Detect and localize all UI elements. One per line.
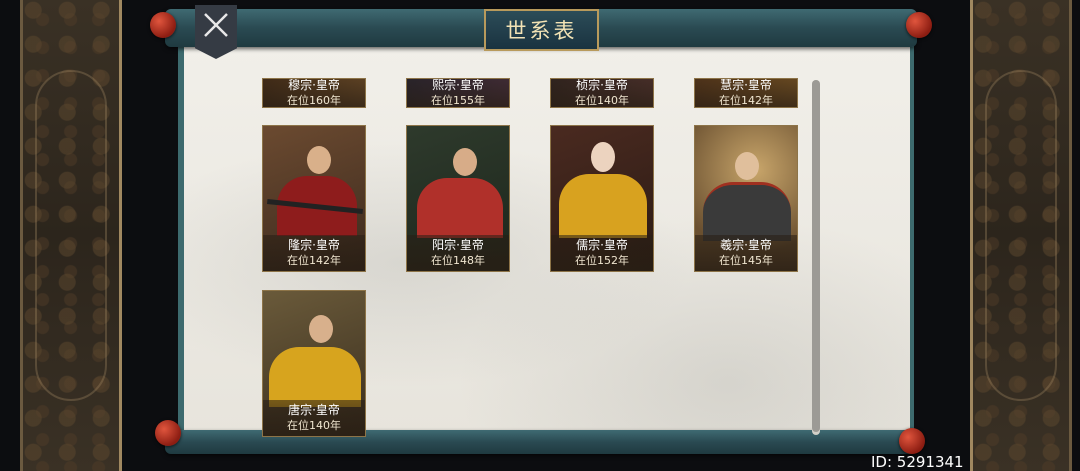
emperor-card[interactable]: 慧宗·皇帝 在位142年: [694, 78, 798, 108]
scroll-knob: [150, 12, 176, 38]
emperor-name: 熙宗·皇帝: [432, 78, 484, 92]
page-title: 世系表: [484, 9, 599, 51]
emperor-label: 唐宗·皇帝 在位140年: [263, 400, 365, 436]
scroll-knob: [906, 12, 932, 38]
emperor-label: 慧宗·皇帝 在位142年: [695, 78, 797, 107]
emperor-name: 唐宗·皇帝: [288, 403, 340, 417]
close-button[interactable]: [195, 5, 237, 59]
scroll-knob: [155, 420, 181, 446]
emperor-card[interactable]: 羲宗·皇帝 在位145年: [694, 125, 798, 272]
emperor-name: 隆宗·皇帝: [288, 238, 340, 252]
emperor-name: 桢宗·皇帝: [576, 78, 628, 92]
emperor-label: 桢宗·皇帝 在位140年: [551, 78, 653, 107]
emperor-card[interactable]: 阳宗·皇帝 在位148年: [406, 125, 510, 272]
emperor-label: 穆宗·皇帝 在位160年: [263, 78, 365, 107]
scroll-knob: [899, 428, 925, 454]
emperor-reign: 在位142年: [287, 254, 341, 267]
emperor-name: 慧宗·皇帝: [720, 78, 772, 92]
emperor-card[interactable]: 隆宗·皇帝 在位142年: [262, 125, 366, 272]
emperor-label: 儒宗·皇帝 在位152年: [551, 235, 653, 271]
player-id: ID: 5291341: [871, 453, 964, 471]
emperor-name: 儒宗·皇帝: [576, 238, 628, 252]
emperor-card[interactable]: 桢宗·皇帝 在位140年: [550, 78, 654, 108]
list-scrollbar[interactable]: [812, 80, 820, 435]
emperor-reign: 在位140年: [575, 94, 629, 107]
emperor-card[interactable]: 唐宗·皇帝 在位140年: [262, 290, 366, 437]
emperor-name: 阳宗·皇帝: [432, 238, 484, 252]
emperor-name: 穆宗·皇帝: [288, 78, 340, 92]
emperor-label: 隆宗·皇帝 在位142年: [263, 235, 365, 271]
left-ornament-panel: [20, 0, 122, 471]
emperor-reign: 在位152年: [575, 254, 629, 267]
emperor-reign: 在位140年: [287, 419, 341, 432]
scrollbar-thumb[interactable]: [812, 80, 820, 432]
emperor-name: 羲宗·皇帝: [720, 238, 772, 252]
emperor-card[interactable]: 穆宗·皇帝 在位160年: [262, 78, 366, 108]
emperor-reign: 在位160年: [287, 94, 341, 107]
crossed-swords-icon: [204, 13, 228, 37]
emperor-card[interactable]: 儒宗·皇帝 在位152年: [550, 125, 654, 272]
emperor-card[interactable]: 熙宗·皇帝 在位155年: [406, 78, 510, 108]
emperor-reign: 在位148年: [431, 254, 485, 267]
emperor-reign: 在位145年: [719, 254, 773, 267]
emperor-label: 羲宗·皇帝 在位145年: [695, 235, 797, 271]
emperor-label: 熙宗·皇帝 在位155年: [407, 78, 509, 107]
emperor-label: 阳宗·皇帝 在位148年: [407, 235, 509, 271]
emperor-reign: 在位142年: [719, 94, 773, 107]
emperor-reign: 在位155年: [431, 94, 485, 107]
right-ornament-panel: [970, 0, 1072, 471]
